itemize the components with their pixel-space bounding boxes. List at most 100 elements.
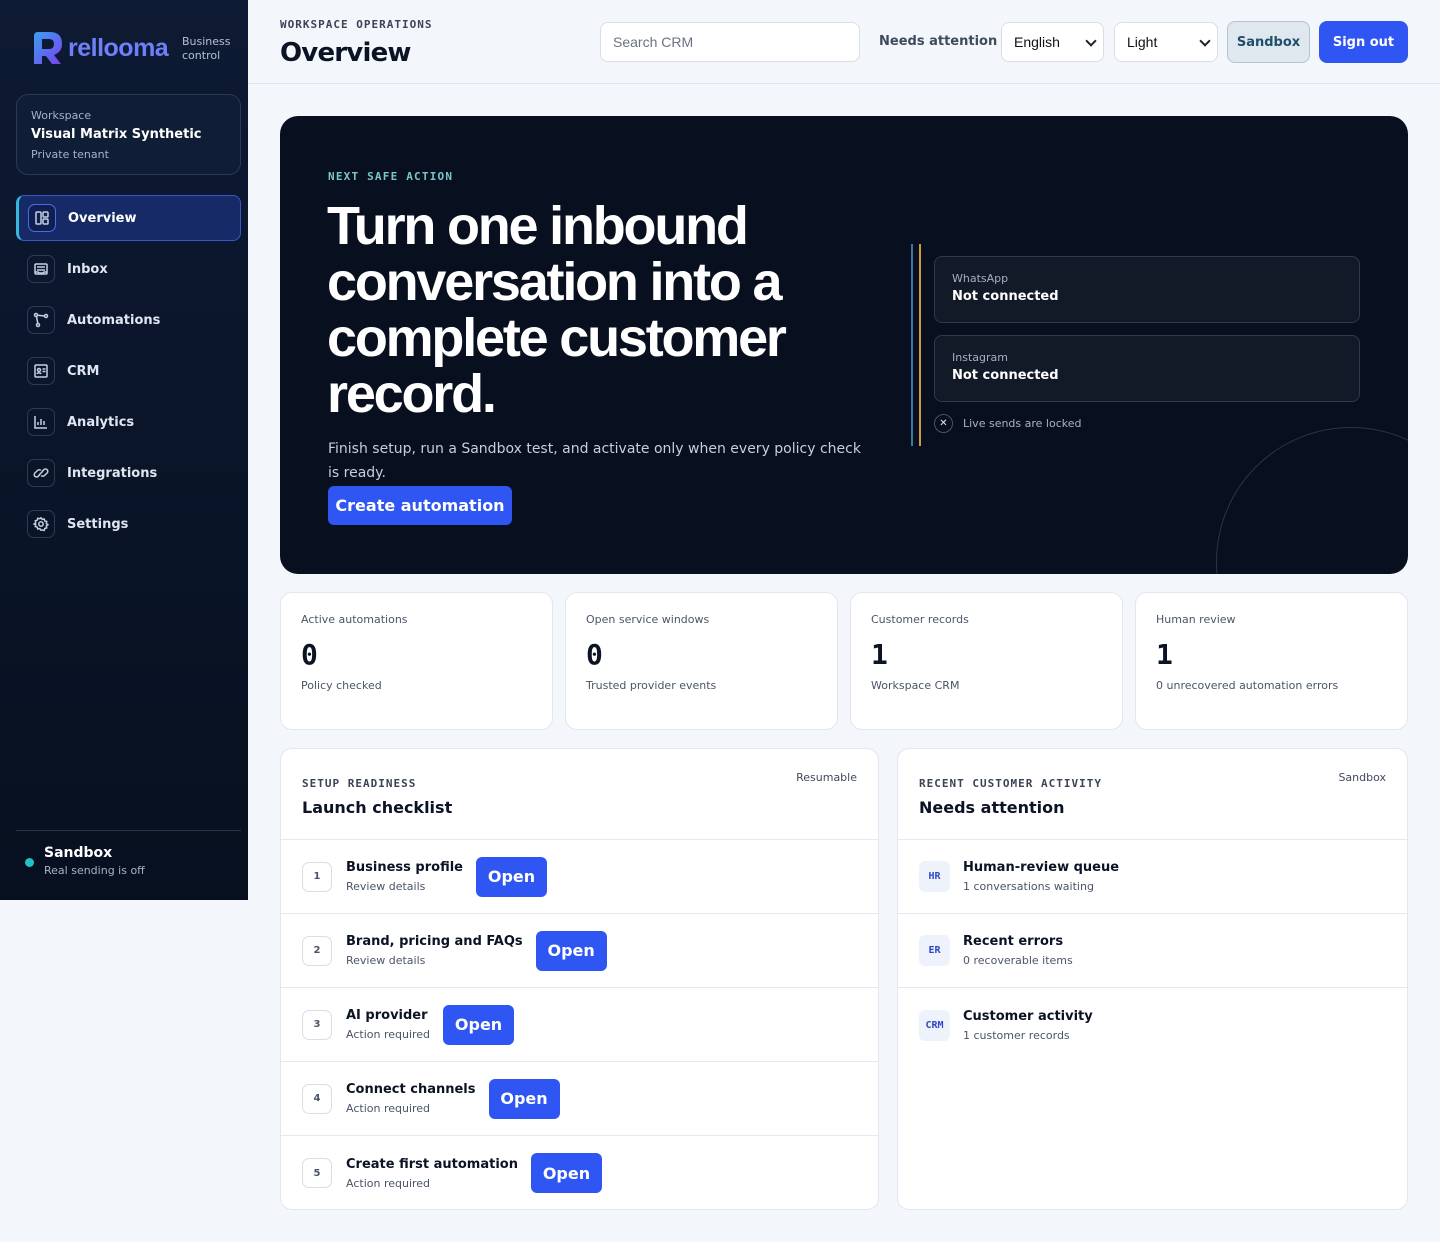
item-subtitle: Action required — [346, 1102, 431, 1115]
activity-item[interactable]: CRM Customer activity 1 customer records — [898, 988, 1407, 1062]
open-button[interactable]: Open — [488, 1078, 560, 1119]
step-number: 5 — [302, 1158, 332, 1188]
channel-card-instagram[interactable]: Instagram Not connected — [934, 335, 1360, 402]
contact-card-icon — [27, 357, 55, 385]
channel-name: WhatsApp — [952, 272, 1009, 285]
sidebar-item-analytics[interactable]: Analytics — [16, 399, 241, 445]
item-subtitle: Action required — [346, 1028, 431, 1041]
sidebar-item-integrations[interactable]: Integrations — [16, 450, 241, 496]
activity-item[interactable]: HR Human-review queue 1 conversations wai… — [898, 840, 1407, 914]
lock-text: Live sends are locked — [963, 417, 1082, 430]
item-title: Customer activity — [963, 1008, 1093, 1024]
panel-title: Needs attention — [919, 798, 1065, 817]
item-title: Recent errors — [963, 934, 1064, 949]
open-button[interactable]: Open — [443, 1004, 515, 1045]
checklist-item: 5 Create first automation Action required… — [281, 1136, 878, 1209]
sandbox-button[interactable]: Sandbox — [1227, 21, 1310, 63]
item-subtitle: Action required — [346, 1176, 431, 1190]
hero-description: Finish setup, run a Sandbox test, and ac… — [328, 441, 861, 481]
theme-value: Light — [1127, 34, 1158, 50]
sidebar-item-overview[interactable]: Overview — [16, 195, 241, 241]
gear-icon — [27, 510, 55, 538]
language-select[interactable]: English — [1001, 22, 1104, 62]
decorative-arc — [1216, 427, 1408, 574]
panel-header: SETUP READINESS Launch checklist Resumab… — [281, 749, 878, 840]
brand-logo[interactable]: rellooma — [30, 30, 169, 66]
sidebar-nav: Overview Inbox Automations CRM Analytics — [16, 195, 241, 552]
checklist-item: 4 Connect channels Action required Open — [281, 1062, 878, 1136]
sidebar-item-label: Integrations — [67, 465, 158, 481]
item-title: AI provider — [346, 1008, 428, 1023]
step-number: 3 — [302, 1009, 332, 1040]
sidebar-item-settings[interactable]: Settings — [16, 501, 241, 547]
stat-card-open-service-windows: Open service windows 0 Trusted provider … — [565, 592, 838, 730]
sidebar-item-label: Analytics — [67, 414, 135, 430]
page-title: Overview — [280, 38, 411, 68]
needs-attention-link[interactable]: Needs attention — [879, 34, 997, 49]
step-number: 4 — [302, 1083, 332, 1114]
bar-chart-icon — [27, 408, 55, 436]
workspace-card[interactable]: Workspace Visual Matrix Synthetic Privat… — [16, 94, 241, 175]
inbox-icon — [27, 255, 55, 283]
logo-icon — [34, 32, 62, 64]
open-button[interactable]: Open — [530, 1153, 602, 1193]
panel-header: RECENT CUSTOMER ACTIVITY Needs attention… — [898, 749, 1407, 840]
sidebar: rellooma Business control Workspace Visu… — [0, 0, 248, 900]
sidebar-item-label: Automations — [67, 312, 161, 328]
rail-divider — [919, 244, 921, 446]
activity-badge: HR — [919, 861, 950, 892]
link-icon — [27, 459, 55, 487]
sidebar-item-automations[interactable]: Automations — [16, 297, 241, 343]
panel-tag: Sandbox — [1338, 771, 1386, 784]
channel-card-whatsapp[interactable]: WhatsApp Not connected — [934, 256, 1360, 323]
stat-value: 1 — [871, 638, 888, 671]
open-button[interactable]: Open — [535, 930, 607, 971]
sidebar-item-inbox[interactable]: Inbox — [16, 246, 241, 292]
stat-label: Active automations — [301, 613, 408, 626]
checklist-item: 3 AI provider Action required Open — [281, 988, 878, 1062]
sidebar-item-crm[interactable]: CRM — [16, 348, 241, 394]
activity-item[interactable]: ER Recent errors 0 recoverable items — [898, 914, 1407, 988]
panel-title: Launch checklist — [302, 798, 453, 817]
panel-eyebrow: SETUP READINESS — [302, 777, 417, 790]
item-subtitle: 1 conversations waiting — [963, 880, 1094, 893]
activity-badge: ER — [919, 935, 950, 966]
stat-sub: 0 unrecovered automation errors — [1156, 679, 1339, 692]
brand-subtitle: Business control — [182, 35, 231, 62]
item-title: Business profile — [346, 860, 463, 875]
stat-label: Human review — [1156, 613, 1236, 626]
chevron-down-icon — [1199, 35, 1211, 47]
activity-badge: CRM — [919, 1009, 950, 1041]
workspace-name: Visual Matrix Synthetic — [31, 127, 202, 142]
topbar: WORKSPACE OPERATIONS Overview Needs atte… — [248, 0, 1440, 84]
workspace-label: Workspace — [31, 109, 92, 122]
step-number: 1 — [302, 861, 332, 892]
item-title: Human-review queue — [963, 860, 1120, 875]
panel-eyebrow: RECENT CUSTOMER ACTIVITY — [919, 777, 1102, 790]
channel-status: Not connected — [952, 368, 1059, 383]
item-title: Connect channels — [346, 1082, 476, 1097]
theme-select[interactable]: Light — [1114, 22, 1218, 62]
live-sends-lock: ✕ Live sends are locked — [934, 414, 1082, 433]
rail-divider — [911, 244, 913, 446]
item-subtitle: Review details — [346, 880, 426, 893]
search-input[interactable] — [600, 22, 860, 62]
environment-subtitle: Real sending is off — [44, 864, 145, 877]
sidebar-item-label: Inbox — [67, 261, 108, 277]
sign-out-button[interactable]: Sign out — [1319, 21, 1408, 63]
open-button[interactable]: Open — [476, 856, 547, 897]
step-number: 2 — [302, 935, 332, 966]
checklist-item: 2 Brand, pricing and FAQs Review details … — [281, 914, 878, 988]
sidebar-item-label: CRM — [67, 363, 100, 379]
brand-name: rellooma — [68, 34, 169, 62]
chevron-down-icon — [1085, 35, 1097, 47]
hero-eyebrow: NEXT SAFE ACTION — [328, 170, 454, 183]
item-subtitle: 0 recoverable items — [963, 954, 1073, 967]
channel-name: Instagram — [952, 351, 1008, 364]
page-eyebrow: WORKSPACE OPERATIONS — [280, 18, 433, 31]
channel-status: Not connected — [952, 289, 1059, 304]
create-automation-button[interactable]: Create automation — [328, 486, 512, 525]
stat-card-customer-records: Customer records 1 Workspace CRM — [850, 592, 1123, 730]
stat-label: Open service windows — [586, 613, 710, 626]
item-subtitle: Review details — [346, 954, 426, 967]
